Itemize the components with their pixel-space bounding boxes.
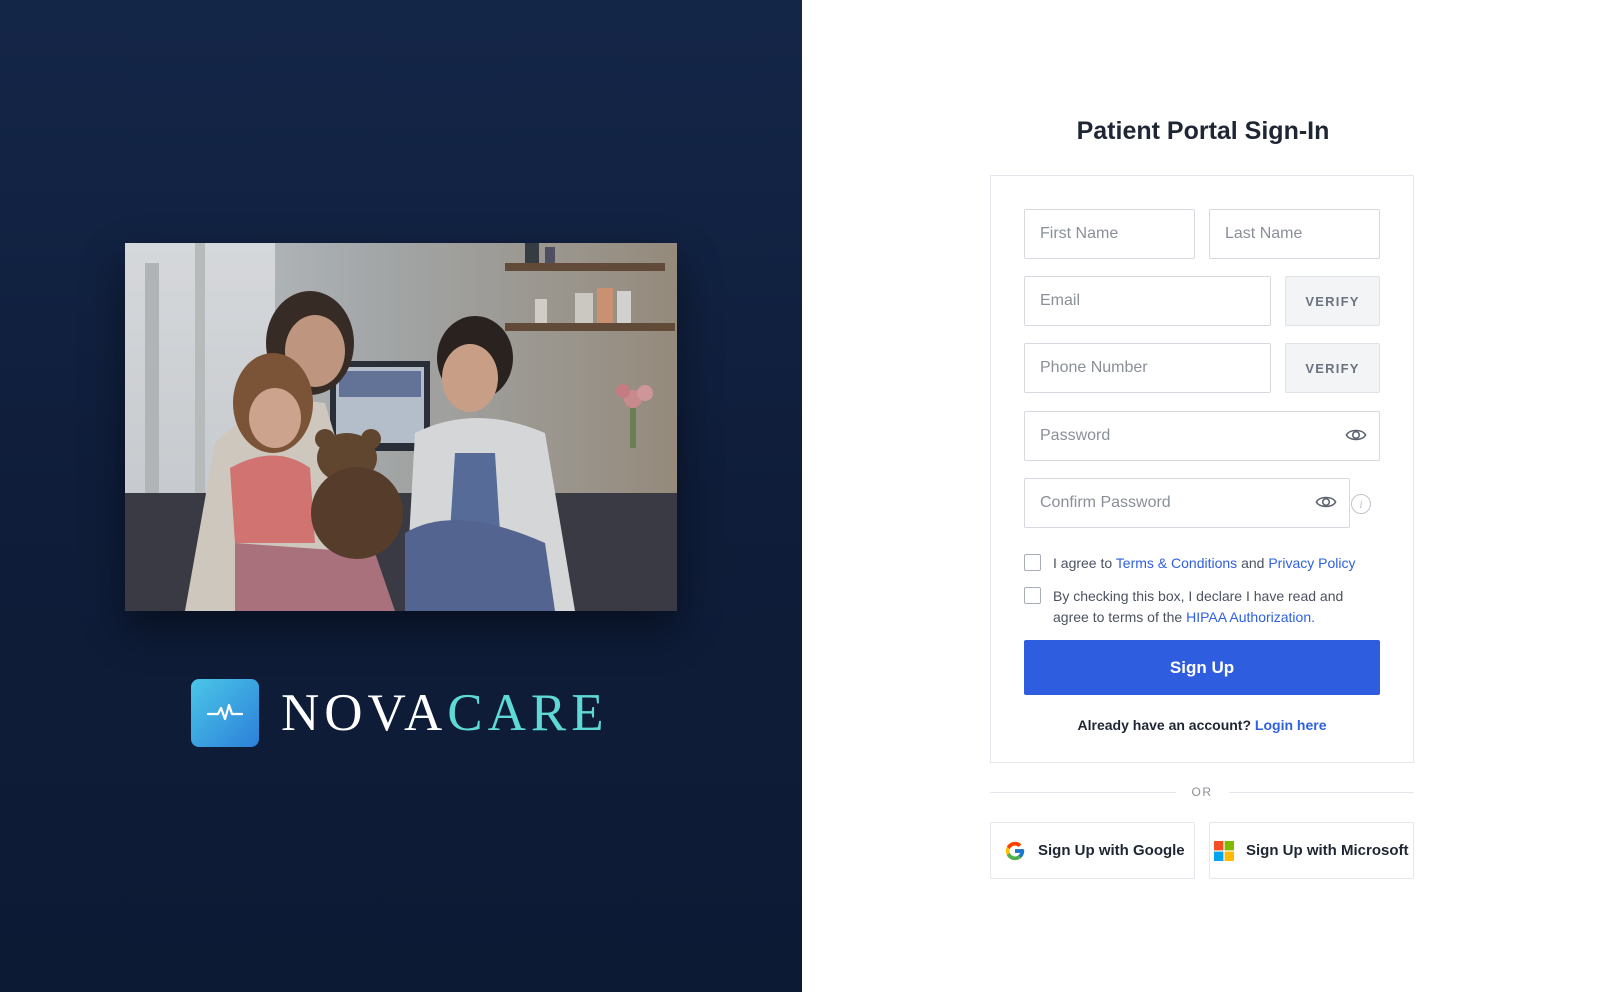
google-signup-label: Sign Up with Google bbox=[1038, 842, 1185, 859]
photo-icon bbox=[125, 243, 677, 611]
have-account-text: Already have an account? bbox=[1077, 717, 1252, 733]
show-confirm-password-icon[interactable] bbox=[1314, 490, 1338, 514]
email-input[interactable] bbox=[1025, 277, 1270, 325]
hipaa-suffix: . bbox=[1311, 609, 1316, 625]
signup-card: VERIFY VERIFY i I agree to bbox=[990, 175, 1414, 763]
microsoft-icon bbox=[1214, 840, 1234, 861]
sign-up-button[interactable]: Sign Up bbox=[1024, 640, 1380, 695]
terms-checkbox[interactable] bbox=[1024, 554, 1041, 571]
brand-name-part1: NOVA bbox=[281, 683, 448, 742]
privacy-link[interactable]: Privacy Policy bbox=[1268, 555, 1355, 571]
or-label: OR bbox=[1191, 785, 1213, 799]
hipaa-checkbox[interactable] bbox=[1024, 587, 1041, 604]
brand-logo: NOVACARE bbox=[191, 679, 609, 747]
microsoft-signup-label: Sign Up with Microsoft bbox=[1246, 842, 1409, 859]
verify-email-button[interactable]: VERIFY bbox=[1285, 276, 1380, 326]
or-divider: OR bbox=[990, 784, 1414, 800]
terms-text: I agree to Terms & Conditions and Privac… bbox=[1053, 553, 1355, 574]
microsoft-signup-button[interactable]: Sign Up with Microsoft bbox=[1209, 822, 1414, 879]
show-password-icon[interactable] bbox=[1344, 423, 1368, 447]
hipaa-row: By checking this box, I declare I have r… bbox=[1024, 586, 1344, 628]
first-name-field bbox=[1024, 209, 1195, 259]
page-title: Patient Portal Sign-In bbox=[1076, 117, 1330, 145]
hipaa-link[interactable]: HIPAA Authorization bbox=[1186, 609, 1311, 625]
hero-photo bbox=[125, 243, 677, 611]
terms-conjunction: and bbox=[1241, 555, 1265, 571]
brand-wordmark: NOVACARE bbox=[281, 683, 609, 742]
last-name-field bbox=[1209, 209, 1380, 259]
heartbeat-icon bbox=[191, 679, 259, 747]
terms-link[interactable]: Terms & Conditions bbox=[1116, 555, 1237, 571]
brand-name-part2: CARE bbox=[447, 683, 609, 742]
confirm-password-input[interactable] bbox=[1025, 479, 1349, 527]
google-icon bbox=[1004, 840, 1026, 862]
form-panel: Patient Portal Sign-In VERIFY VERIFY bbox=[802, 0, 1604, 992]
terms-prefix: I agree to bbox=[1053, 555, 1113, 571]
brand-panel: NOVACARE bbox=[0, 0, 802, 992]
divider-line bbox=[1228, 791, 1414, 793]
google-signup-button[interactable]: Sign Up with Google bbox=[990, 822, 1195, 879]
password-input[interactable] bbox=[1025, 412, 1379, 460]
first-name-input[interactable] bbox=[1025, 210, 1194, 258]
confirm-password-field bbox=[1024, 478, 1350, 528]
login-link[interactable]: Login here bbox=[1255, 717, 1327, 733]
phone-input[interactable] bbox=[1025, 344, 1270, 392]
last-name-input[interactable] bbox=[1210, 210, 1379, 258]
password-field bbox=[1024, 411, 1380, 461]
info-icon[interactable]: i bbox=[1351, 494, 1371, 514]
signup-page: NOVACARE Patient Portal Sign-In VERIFY V… bbox=[0, 0, 1604, 992]
email-field bbox=[1024, 276, 1271, 326]
terms-row: I agree to Terms & Conditions and Privac… bbox=[1024, 553, 1384, 574]
hipaa-text: By checking this box, I declare I have r… bbox=[1053, 586, 1344, 628]
login-prompt: Already have an account? Login here bbox=[991, 717, 1413, 733]
verify-phone-button[interactable]: VERIFY bbox=[1285, 343, 1380, 393]
divider-line bbox=[990, 791, 1176, 793]
phone-field bbox=[1024, 343, 1271, 393]
